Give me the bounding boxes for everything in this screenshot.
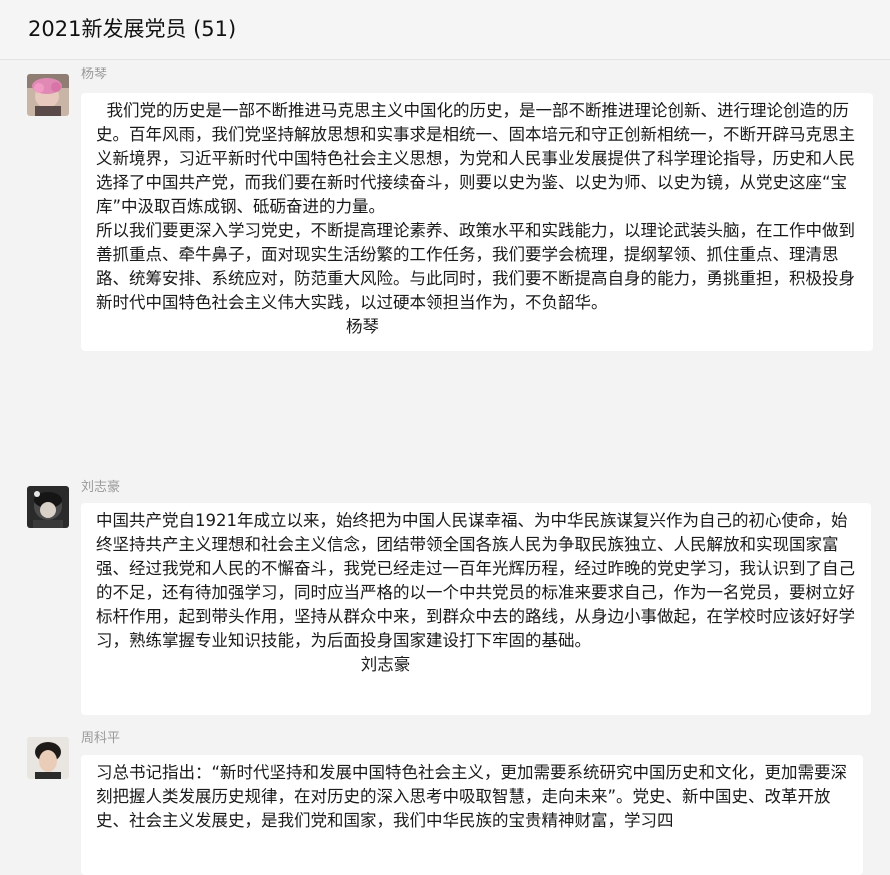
- message-bubble[interactable]: 习总书记指出：“新时代坚持和发展中国特色社会主义，更加需要系统研究中国历史和文化…: [81, 755, 863, 875]
- sender-name: 杨琴: [81, 67, 108, 82]
- message-bubble[interactable]: 中国共产党自1921年成立以来，始终把为中国人民谋幸福、为中华民族谋复兴作为自己…: [81, 503, 871, 715]
- message-bubble[interactable]: 我们党的历史是一部不断推进马克思主义中国化的历史，是一部不断推进理论创新、进行理…: [81, 93, 873, 351]
- sender-name: 周科平: [81, 731, 121, 746]
- chat-header: 2021新发展党员 (51): [0, 0, 890, 60]
- message-paragraph: 我们党的历史是一部不断推进马克思主义中国化的历史，是一部不断推进理论创新、进行理…: [96, 101, 855, 216]
- message-paragraph: 所以我们要更深入学习党史，不断提高理论素养、政策水平和实践能力，以理论武装头脑，…: [96, 221, 855, 312]
- avatar[interactable]: [27, 737, 69, 779]
- message-paragraph: 习总书记指出：“新时代坚持和发展中国特色社会主义，更加需要系统研究中国历史和文化…: [96, 763, 848, 830]
- sender-name: 刘志豪: [81, 480, 121, 495]
- avatar[interactable]: [27, 74, 69, 116]
- message-paragraph: 中国共产党自1921年成立以来，始终把为中国人民谋幸福、为中华民族谋复兴作为自己…: [96, 511, 855, 650]
- message-signature: 刘志豪: [360, 655, 411, 674]
- chat-title: 2021新发展党员 (51): [28, 17, 237, 41]
- avatar[interactable]: [27, 486, 69, 528]
- message-signature: 杨琴: [346, 317, 379, 336]
